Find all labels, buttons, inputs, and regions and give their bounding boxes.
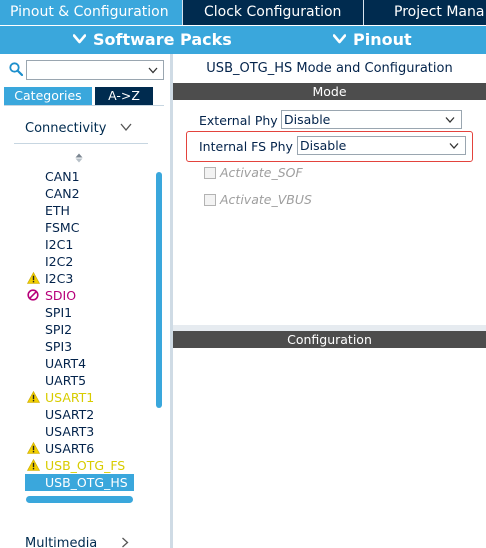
sidebar-item-label: USB_OTG_HS	[45, 475, 128, 490]
internal-fs-phy-select[interactable]: Disable	[297, 136, 466, 155]
chevron-down-icon[interactable]	[148, 65, 158, 75]
sidebar-item-label: USB_OTG_FS	[45, 458, 126, 473]
activate-sof-label: Activate_SOF	[220, 165, 303, 180]
sidebar-item-label: I2C2	[45, 254, 74, 269]
divider	[4, 105, 164, 106]
pinout-menu[interactable]: Pinout	[333, 26, 412, 54]
category-multimedia[interactable]: Multimedia	[25, 536, 97, 548]
horizontal-scrollbar[interactable]	[26, 496, 133, 503]
activate-vbus-label: Activate_VBUS	[220, 192, 312, 207]
sidebar-item-label: FSMC	[45, 220, 80, 235]
pinout-label: Pinout	[353, 30, 412, 49]
ban-icon	[27, 289, 39, 301]
chevron-down-icon	[73, 34, 86, 44]
search-icon[interactable]	[9, 62, 23, 76]
tab-a-to-z[interactable]: A->Z	[95, 87, 153, 105]
sidebar-item-label: I2C3	[45, 271, 74, 286]
tab-categories[interactable]: Categories	[4, 87, 92, 105]
activate-vbus-checkbox[interactable]	[204, 194, 216, 206]
mode-section-header: Mode	[173, 83, 486, 100]
sidebar-item-label: I2C1	[45, 237, 74, 252]
sidebar-item-label: CAN2	[45, 186, 80, 201]
external-phy-value: Disable	[284, 112, 331, 127]
top-tab-bar: Pinout & Configuration Clock Configurati…	[0, 0, 486, 25]
warning-icon	[27, 272, 40, 284]
tab-project-manager[interactable]: Project Mana	[365, 0, 486, 25]
sidebar-item-label: USART2	[45, 407, 95, 422]
chevron-down-icon	[333, 34, 346, 44]
warning-icon	[27, 459, 40, 471]
sidebar-item-label: CAN1	[45, 169, 80, 184]
configuration-section-header: Configuration	[173, 331, 486, 348]
tab-clock-configuration[interactable]: Clock Configuration	[184, 0, 364, 25]
sidebar-item-label: USART6	[45, 441, 95, 456]
chevron-right-icon[interactable]	[121, 537, 129, 548]
sidebar-item-label: ETH	[45, 203, 70, 218]
sidebar-item-label: SPI2	[45, 322, 73, 337]
sidebar-item-label: SDIO	[45, 288, 77, 303]
software-packs-label: Software Packs	[93, 30, 232, 49]
secondary-menu-bar: Software Packs Pinout	[0, 26, 486, 54]
internal-fs-phy-value: Disable	[300, 138, 347, 153]
configuration-area	[173, 348, 486, 548]
sidebar-item-label: UART4	[45, 356, 87, 371]
sidebar-item-label: USART1	[45, 390, 95, 405]
tab-pinout-configuration[interactable]: Pinout & Configuration	[0, 0, 183, 25]
warning-icon	[27, 442, 40, 454]
category-connectivity[interactable]: Connectivity	[25, 121, 106, 136]
view-mode-tabs: Categories A->Z	[4, 87, 153, 105]
chevron-down-icon	[449, 143, 459, 149]
vertical-scrollbar[interactable]	[156, 172, 162, 408]
sidebar-item-label: UART5	[45, 373, 87, 388]
mode-panel-title: USB_OTG_HS Mode and Configuration	[206, 61, 453, 76]
divider	[14, 143, 148, 144]
external-phy-label: External Phy	[199, 113, 278, 128]
activate-sof-checkbox[interactable]	[204, 167, 216, 179]
chevron-down-icon[interactable]	[120, 122, 132, 132]
sort-arrow-icon[interactable]	[74, 153, 84, 163]
software-packs-menu[interactable]: Software Packs	[73, 26, 232, 54]
sidebar-item-label: SPI1	[45, 305, 73, 320]
external-phy-select[interactable]: Disable	[281, 110, 462, 129]
internal-fs-phy-label: Internal FS Phy	[199, 139, 293, 154]
sidebar-item-label: USART3	[45, 424, 95, 439]
chevron-down-icon	[445, 117, 455, 123]
sidebar-item-label: SPI3	[45, 339, 73, 354]
stm32cubemx-window: Pinout & Configuration Clock Configurati…	[0, 0, 486, 548]
sidebar-item-usb-otg-hs[interactable]: USB_OTG_HS	[25, 474, 134, 491]
search-input[interactable]	[26, 60, 164, 80]
warning-icon	[27, 391, 40, 403]
